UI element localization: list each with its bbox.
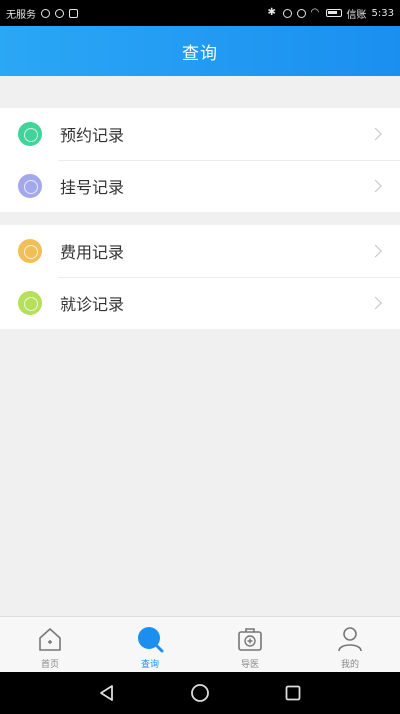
visit-icon bbox=[18, 291, 42, 315]
tab-home-label: 首页 bbox=[40, 660, 59, 670]
registration-icon bbox=[18, 174, 42, 198]
tab-search[interactable]: 查询 bbox=[100, 617, 200, 672]
bluetooth-icon: ✱ bbox=[267, 7, 276, 18]
registration-record-label: 挂号记录 bbox=[60, 178, 125, 197]
chevron-right-icon bbox=[369, 179, 382, 193]
status-left: 无服务 bbox=[6, 6, 78, 21]
alarm-icon bbox=[296, 8, 306, 18]
home-circle-icon bbox=[191, 684, 209, 702]
chevron-right-icon bbox=[369, 127, 382, 141]
status-right-text: 信账 bbox=[346, 9, 367, 21]
tab-profile-label: 我的 bbox=[340, 660, 359, 670]
status-bar: 无服务 ✱ ◠ 信账 5:33 bbox=[0, 0, 400, 26]
wifi-icon: ◠ bbox=[310, 7, 320, 18]
records-group-1: 预约记录 挂号记录 bbox=[0, 108, 400, 212]
appointment-record-item[interactable]: 预约记录 bbox=[0, 108, 400, 160]
status-right: ✱ ◠ 信账 5:33 bbox=[268, 6, 394, 21]
recents-button[interactable] bbox=[282, 682, 304, 704]
user-icon bbox=[335, 624, 365, 654]
records-group-2: 费用记录 就诊记录 bbox=[0, 225, 400, 329]
back-triangle-icon bbox=[99, 685, 113, 701]
chevron-right-icon bbox=[369, 244, 382, 258]
visit-record-item[interactable]: 就诊记录 bbox=[0, 277, 400, 329]
bottom-tab-bar: 首页 查询 导医 我的 bbox=[0, 616, 400, 672]
battery-icon bbox=[325, 9, 342, 17]
home-nav-button[interactable] bbox=[189, 682, 211, 704]
recents-square-icon bbox=[285, 685, 301, 701]
search-status-icon bbox=[41, 8, 50, 18]
appointment-icon bbox=[18, 122, 42, 146]
search-icon bbox=[135, 624, 165, 654]
tab-search-label: 查询 bbox=[140, 660, 159, 670]
medical-kit-icon bbox=[235, 624, 265, 654]
clock-text: 5:33 bbox=[371, 7, 394, 19]
chevron-right-icon bbox=[369, 296, 382, 310]
back-button[interactable] bbox=[96, 682, 118, 704]
visit-record-label: 就诊记录 bbox=[60, 295, 125, 314]
sync-status-icon bbox=[55, 8, 64, 18]
appointment-record-label: 预约记录 bbox=[60, 126, 125, 145]
app-header: 查询 bbox=[0, 26, 400, 76]
expense-record-label: 费用记录 bbox=[60, 243, 125, 262]
system-nav-bar bbox=[0, 672, 400, 714]
carrier-text: 无服务 bbox=[6, 9, 36, 21]
expense-icon bbox=[18, 239, 42, 263]
page-title: 查询 bbox=[182, 43, 218, 64]
tab-guide[interactable]: 导医 bbox=[200, 617, 300, 672]
tab-profile[interactable]: 我的 bbox=[300, 617, 400, 672]
vibrate-icon bbox=[282, 8, 292, 18]
tab-guide-label: 导医 bbox=[240, 660, 259, 670]
expense-record-item[interactable]: 费用记录 bbox=[0, 225, 400, 277]
home-icon bbox=[35, 624, 65, 654]
tab-home[interactable]: 首页 bbox=[0, 617, 100, 672]
registration-record-item[interactable]: 挂号记录 bbox=[0, 160, 400, 212]
notification-status-icon bbox=[69, 8, 78, 18]
